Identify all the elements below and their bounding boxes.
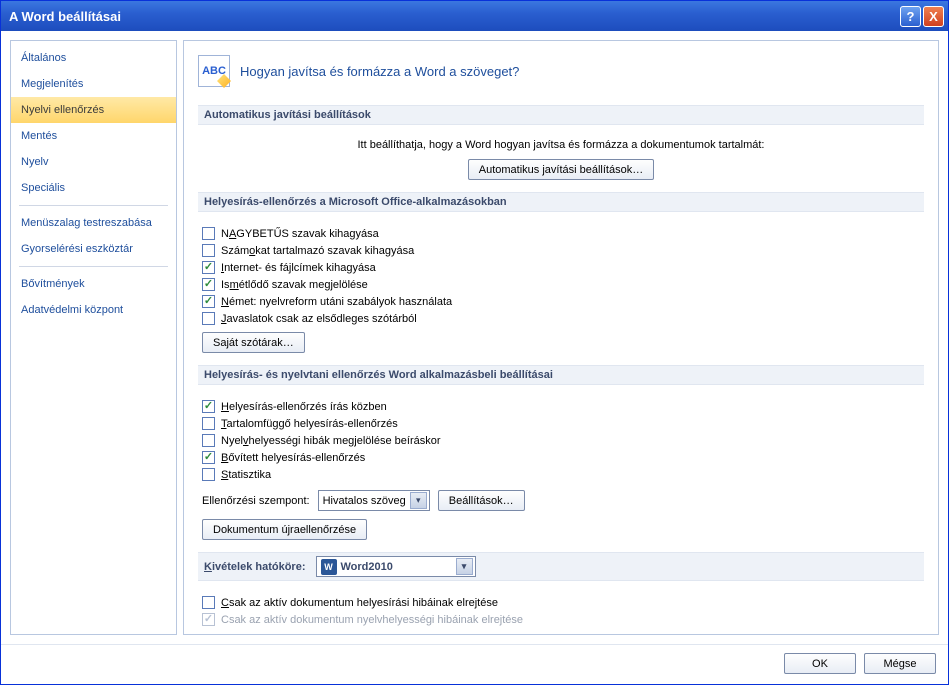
word-doc-icon: W <box>321 559 337 575</box>
checkbox[interactable] <box>202 227 215 240</box>
word-options-window: A Word beállításai ? X ÁltalánosMegjelen… <box>0 0 949 685</box>
section-word-spell-header: Helyesírás- és nyelvtani ellenőrzés Word… <box>198 365 924 385</box>
checkbox[interactable] <box>202 261 215 274</box>
titlebar: A Word beállításai ? X <box>1 1 948 31</box>
grammar-settings-button[interactable]: Beállítások… <box>438 490 525 511</box>
checkbox[interactable] <box>202 417 215 430</box>
writing-style-combo[interactable]: Hivatalos szöveg ▾ <box>318 490 430 511</box>
body-area: ÁltalánosMegjelenítésNyelvi ellenőrzésMe… <box>1 31 948 644</box>
section-exceptions-body: Csak az aktív dokumentum helyesírási hib… <box>198 589 924 631</box>
writing-style-label: Ellenőrzési szempont: <box>202 495 310 507</box>
category-sidebar: ÁltalánosMegjelenítésNyelvi ellenőrzésMe… <box>10 40 177 635</box>
section-office-spell-header: Helyesírás-ellenőrzés a Microsoft Office… <box>198 192 924 212</box>
checkbox-label: NAGYBETŰS szavak kihagyása <box>221 228 379 240</box>
spellcheck-icon: ABC <box>198 55 230 87</box>
sidebar-item[interactable]: Gyorselérési eszköztár <box>11 236 176 262</box>
checkbox-row[interactable]: Nyelvhelyességi hibák megjelölése beírás… <box>202 433 920 448</box>
checkbox-row[interactable]: Statisztika <box>202 467 920 482</box>
sidebar-item[interactable]: Bővítmények <box>11 271 176 297</box>
checkbox[interactable] <box>202 312 215 325</box>
checkbox-row[interactable]: Német: nyelvreform utáni szabályok haszn… <box>202 294 920 309</box>
exceptions-scope-combo[interactable]: W Word2010 ▾ <box>316 556 476 577</box>
sidebar-item[interactable]: Megjelenítés <box>11 71 176 97</box>
checkbox[interactable] <box>202 451 215 464</box>
page-heading: ABC Hogyan javítsa és formázza a Word a … <box>198 51 924 97</box>
checkbox[interactable] <box>202 434 215 447</box>
cancel-button-label: Mégse <box>883 658 916 670</box>
checkbox-label: Javaslatok csak az elsődleges szótárból <box>221 313 417 325</box>
chevron-down-icon: ▾ <box>410 492 427 509</box>
section-word-spell-body: Helyesírás-ellenőrzés írás közben Tartalo… <box>198 393 924 544</box>
checkbox-row[interactable]: NAGYBETŰS szavak kihagyása <box>202 226 920 241</box>
help-button[interactable]: ? <box>900 6 921 27</box>
sidebar-item[interactable]: Általános <box>11 45 176 71</box>
page-heading-text: Hogyan javítsa és formázza a Word a szöv… <box>240 64 519 79</box>
exceptions-label: Kivételek hatóköre: <box>204 561 306 573</box>
checkbox[interactable] <box>202 244 215 257</box>
checkbox-row[interactable]: Ismétlődő szavak megjelölése <box>202 277 920 292</box>
chevron-down-icon: ▾ <box>456 558 473 575</box>
checkbox-label: Statisztika <box>221 469 271 481</box>
checkbox[interactable] <box>202 278 215 291</box>
main-panel: ABC Hogyan javítsa és formázza a Word a … <box>183 40 939 635</box>
sidebar-item[interactable]: Menüszalag testreszabása <box>11 210 176 236</box>
checkbox-row[interactable]: Csak az aktív dokumentum helyesírási hib… <box>202 595 920 610</box>
checkbox-row[interactable]: Internet- és fájlcímek kihagyása <box>202 260 920 275</box>
sidebar-item[interactable]: Mentés <box>11 123 176 149</box>
sidebar-item[interactable]: Speciális <box>11 175 176 201</box>
sidebar-item[interactable]: Nyelv <box>11 149 176 175</box>
autocorrect-options-button[interactable]: Automatikus javítási beállítások… <box>468 159 654 180</box>
checkbox[interactable] <box>202 468 215 481</box>
ok-button-label: OK <box>812 658 828 670</box>
checkbox-row[interactable]: Helyesírás-ellenőrzés írás közben <box>202 399 920 414</box>
checkbox-label: Csak az aktív dokumentum nyelvhelyességi… <box>221 614 523 626</box>
dialog-footer: OK Mégse <box>1 644 948 684</box>
checkbox-label: Német: nyelvreform utáni szabályok haszn… <box>221 296 452 308</box>
close-button[interactable]: X <box>923 6 944 27</box>
checkbox-label: Helyesírás-ellenőrzés írás közben <box>221 401 387 413</box>
cancel-button[interactable]: Mégse <box>864 653 936 674</box>
ok-button[interactable]: OK <box>784 653 856 674</box>
autocorrect-desc: Itt beállíthatja, hogy a Word hogyan jav… <box>357 139 764 151</box>
recheck-document-button[interactable]: Dokumentum újraellenőrzése <box>202 519 367 540</box>
sidebar-item[interactable]: Nyelvi ellenőrzés <box>11 97 176 123</box>
recheck-document-button-label: Dokumentum újraellenőrzése <box>213 524 356 536</box>
custom-dictionaries-button-label: Saját szótárak… <box>213 337 294 349</box>
exceptions-scope-value: Word2010 <box>341 561 393 573</box>
checkbox-row[interactable]: Számokat tartalmazó szavak kihagyása <box>202 243 920 258</box>
checkbox-label: Tartalomfüggő helyesírás-ellenőrzés <box>221 418 398 430</box>
checkbox-label: Ismétlődő szavak megjelölése <box>221 279 368 291</box>
checkbox-row: Csak az aktív dokumentum nyelvhelyességi… <box>202 612 920 627</box>
section-autocorrect-body: Itt beállíthatja, hogy a Word hogyan jav… <box>198 133 924 184</box>
sidebar-item[interactable]: Adatvédelmi központ <box>11 297 176 323</box>
window-title: A Word beállításai <box>9 9 121 24</box>
sidebar-separator <box>19 205 168 206</box>
checkbox-row[interactable]: Tartalomfüggő helyesírás-ellenőrzés <box>202 416 920 431</box>
checkbox[interactable] <box>202 400 215 413</box>
grammar-settings-button-label: Beállítások… <box>449 495 514 507</box>
checkbox-label: Számokat tartalmazó szavak kihagyása <box>221 245 414 257</box>
checkbox-label: Internet- és fájlcímek kihagyása <box>221 262 376 274</box>
checkbox <box>202 613 215 626</box>
checkbox-label: Csak az aktív dokumentum helyesírási hib… <box>221 597 498 609</box>
writing-style-row: Ellenőrzési szempont: Hivatalos szöveg ▾ Be… <box>202 490 920 511</box>
autocorrect-options-button-label: Automatikus javítási beállítások… <box>479 164 643 176</box>
checkbox-row[interactable]: Javaslatok csak az elsődleges szótárból <box>202 311 920 326</box>
writing-style-value: Hivatalos szöveg <box>323 495 406 507</box>
checkbox[interactable] <box>202 596 215 609</box>
section-office-spell-body: NAGYBETŰS szavak kihagyása Számokat tarta… <box>198 220 924 357</box>
checkbox[interactable] <box>202 295 215 308</box>
checkbox-label: Bővített helyesírás-ellenőrzés <box>221 452 365 464</box>
checkbox-label: Nyelvhelyességi hibák megjelölése beírás… <box>221 435 441 447</box>
section-exceptions-header: Kivételek hatóköre: W Word2010 ▾ <box>198 552 924 581</box>
section-autocorrect-header: Automatikus javítási beállítások <box>198 105 924 125</box>
custom-dictionaries-button[interactable]: Saját szótárak… <box>202 332 305 353</box>
checkbox-row[interactable]: Bővített helyesírás-ellenőrzés <box>202 450 920 465</box>
sidebar-separator <box>19 266 168 267</box>
